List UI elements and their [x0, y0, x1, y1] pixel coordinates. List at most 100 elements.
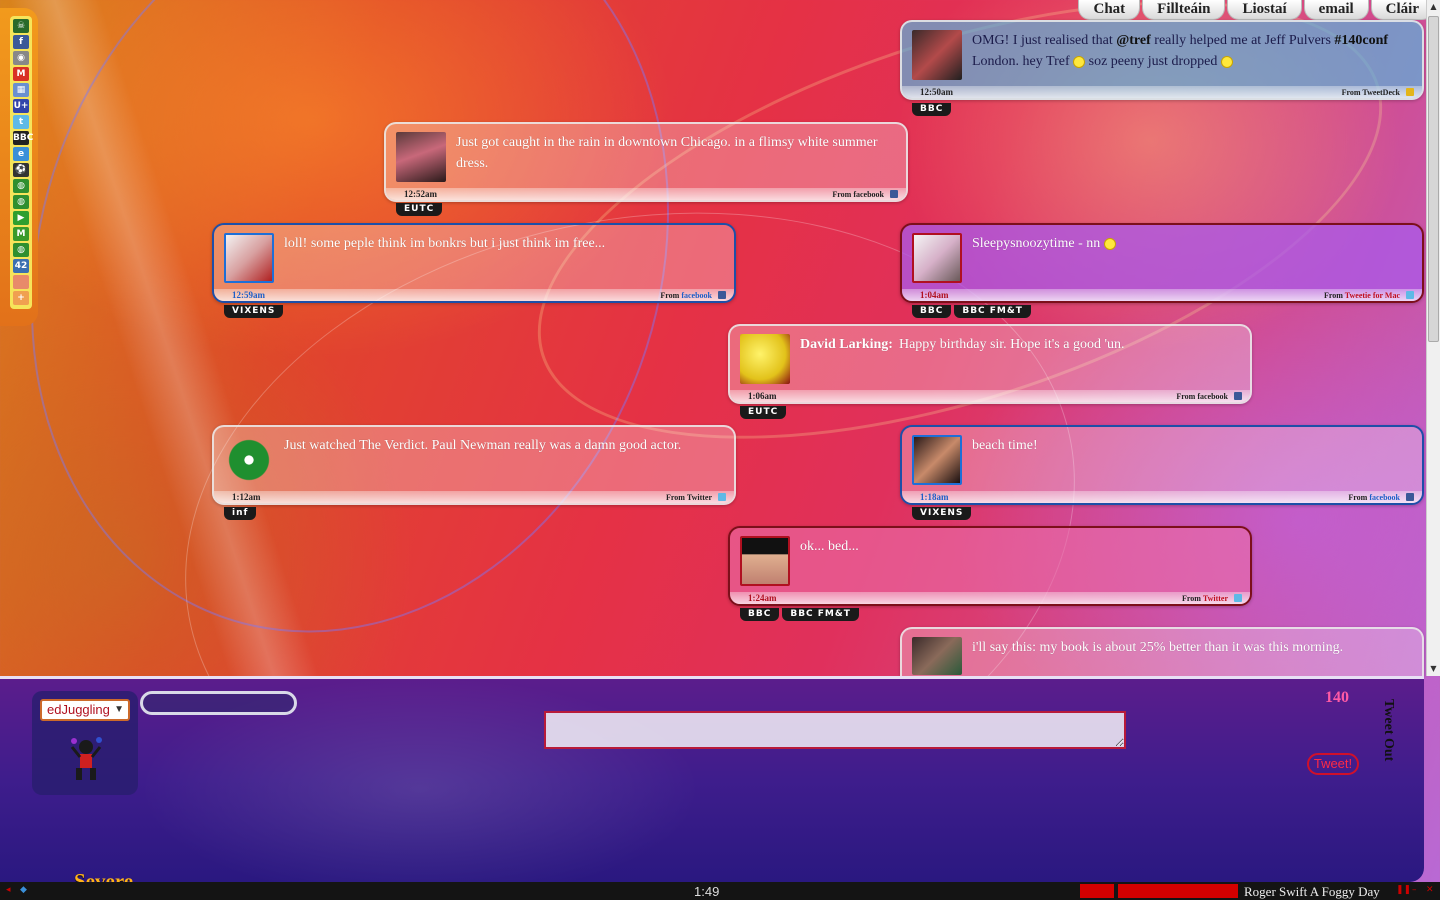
group-badge[interactable]: BBC: [740, 608, 780, 621]
group-badge[interactable]: VIXENS: [912, 507, 972, 520]
source-prefix: From: [1182, 594, 1203, 603]
globe-2-icon[interactable]: ◍: [13, 195, 29, 209]
network-icon[interactable]: ◆: [20, 885, 27, 895]
mention-link[interactable]: @tref: [1116, 33, 1151, 48]
blank-icon[interactable]: [13, 275, 29, 289]
tweet-footer: [214, 491, 734, 503]
avatar[interactable]: [912, 435, 962, 485]
group-badge[interactable]: EUTC: [740, 406, 787, 419]
playback-progress[interactable]: [1118, 884, 1238, 898]
tweet-text: OMG! I just realised that @tref really h…: [972, 30, 1412, 72]
source-link[interactable]: facebook: [1369, 493, 1400, 502]
group-badge[interactable]: BBC: [912, 103, 952, 116]
skull-icon[interactable]: ☠: [13, 19, 29, 33]
source-link[interactable]: facebook: [681, 291, 712, 300]
avatar[interactable]: [740, 536, 790, 586]
chevron-down-icon: ▼: [114, 704, 124, 715]
group-badge[interactable]: VIXENS: [224, 305, 284, 318]
volume-meter[interactable]: [1080, 884, 1114, 898]
bbc-icon[interactable]: BBC: [13, 131, 33, 145]
tab-liostai[interactable]: Liostaí: [1227, 0, 1302, 20]
source-link[interactable]: TweetDeck: [1362, 88, 1400, 97]
tweet-card[interactable]: Sleepysnoozytime - nn 1:04am From Tweeti…: [900, 223, 1424, 303]
globe-3-icon[interactable]: ◍: [13, 243, 29, 257]
avatar[interactable]: [224, 435, 274, 485]
tweet-source: From facebook: [660, 291, 712, 300]
globe-icon[interactable]: ◍: [13, 179, 29, 193]
juggler-avatar[interactable]: [66, 735, 106, 785]
tweet-time: 12:50am: [920, 87, 953, 97]
group-badge[interactable]: BBC FM&T: [954, 305, 1031, 318]
tweet-text-part: really helped me at Jeff Pulvers: [1150, 33, 1335, 48]
group-badges: BBC BBC FM&T: [740, 608, 862, 621]
avatar[interactable]: [396, 132, 446, 182]
scroll-thumb[interactable]: [1428, 16, 1439, 342]
minimize-icon[interactable]: –: [1412, 885, 1417, 895]
group-badge[interactable]: inf: [224, 507, 257, 520]
avatar[interactable]: [912, 637, 962, 675]
tab-clair[interactable]: Cláir: [1370, 0, 1434, 20]
pause-icon[interactable]: ❚❚: [1396, 885, 1411, 895]
tab-email[interactable]: email: [1303, 0, 1369, 20]
ie-icon[interactable]: e: [13, 147, 29, 161]
source-link[interactable]: facebook: [1197, 392, 1228, 401]
facebook-icon[interactable]: f: [13, 35, 29, 49]
avatar[interactable]: [912, 233, 962, 283]
scrollbar[interactable]: ▲ ▼: [1426, 0, 1440, 676]
now-playing[interactable]: Roger Swift A Foggy Day: [1244, 884, 1380, 900]
source-link[interactable]: Tweetie for Mac: [1345, 291, 1400, 300]
tweet-footer: [902, 491, 1422, 503]
tab-chat[interactable]: Chat: [1078, 0, 1141, 20]
uplus-icon[interactable]: U+: [13, 99, 29, 113]
calendar-icon[interactable]: ▦: [13, 83, 29, 97]
tweet-time: 1:24am: [748, 593, 777, 603]
soccer-icon[interactable]: ⚽: [13, 163, 29, 177]
group-badge[interactable]: BBC FM&T: [782, 608, 859, 621]
tweet-button[interactable]: Tweet!: [1307, 753, 1359, 775]
avatar[interactable]: [224, 233, 274, 283]
hashtag-link[interactable]: #140conf: [1334, 33, 1388, 48]
group-badge[interactable]: BBC: [912, 305, 952, 318]
tweet-card[interactable]: beach time! 1:18am From facebook: [900, 425, 1424, 505]
tweet-footer: [730, 592, 1250, 604]
tweet-card[interactable]: loll! some peple think im bonkrs but i j…: [212, 223, 736, 303]
quick-launch-icons: ☠ f ◉ M ▦ U+ t BBC e ⚽ ◍ ◍ ▶ M ◍ 42 +: [10, 16, 33, 309]
tweet-text-part: soz peeny just dropped: [1085, 54, 1221, 69]
quick-launch-toolbar: ☠ f ◉ M ▦ U+ t BBC e ⚽ ◍ ◍ ▶ M ◍ 42 +: [0, 8, 38, 326]
avatar[interactable]: [740, 334, 790, 384]
circle-icon[interactable]: ◉: [13, 51, 29, 65]
calendar-42-icon[interactable]: 42: [13, 259, 29, 273]
tweet-text: ok... bed...: [800, 539, 859, 554]
record-icon[interactable]: ◂: [6, 885, 11, 895]
tweet-card[interactable]: ok... bed... 1:24am From Twitter: [728, 526, 1252, 606]
tweet-card[interactable]: David Larking: Happy birthday sir. Hope i…: [728, 324, 1252, 404]
m-icon[interactable]: M: [13, 227, 29, 241]
tweet-text-part: London. hey Tref: [972, 54, 1074, 69]
short-input-field[interactable]: [140, 691, 297, 715]
scroll-up-icon[interactable]: ▲: [1427, 0, 1440, 14]
tweet-source: From TweetDeck: [1342, 88, 1400, 97]
tweet-card[interactable]: Just watched The Verdict. Paul Newman re…: [212, 425, 736, 505]
tweet-time: 1:12am: [232, 492, 261, 502]
source-link[interactable]: Twitter: [1203, 594, 1228, 603]
tweet-card[interactable]: Just got caught in the rain in downtown …: [384, 122, 908, 202]
source-link[interactable]: Twitter: [687, 493, 712, 502]
tweet-card[interactable]: OMG! I just realised that @tref really h…: [900, 20, 1424, 100]
play-icon[interactable]: ▶: [13, 211, 29, 225]
group-badge[interactable]: EUTC: [396, 203, 443, 216]
tweet-card[interactable]: i'll say this: my book is about 25% bett…: [900, 627, 1424, 676]
tab-filltean[interactable]: Fillteáin: [1142, 0, 1226, 20]
background-light-beam: [9, 0, 321, 680]
tweet-text: beach time!: [972, 438, 1038, 453]
add-icon[interactable]: +: [13, 291, 29, 305]
tweet-author[interactable]: David Larking:: [800, 337, 893, 352]
twitter-icon: [1234, 594, 1242, 602]
account-select[interactable]: edJuggling ▼: [40, 699, 130, 721]
source-link[interactable]: facebook: [853, 190, 884, 199]
scroll-down-icon[interactable]: ▼: [1427, 662, 1440, 676]
avatar[interactable]: [912, 30, 962, 80]
close-icon[interactable]: ✕: [1426, 885, 1434, 895]
tweet-compose-box[interactable]: [544, 711, 1126, 749]
gmail-icon[interactable]: M: [13, 67, 29, 81]
twitter-icon[interactable]: t: [13, 115, 29, 129]
